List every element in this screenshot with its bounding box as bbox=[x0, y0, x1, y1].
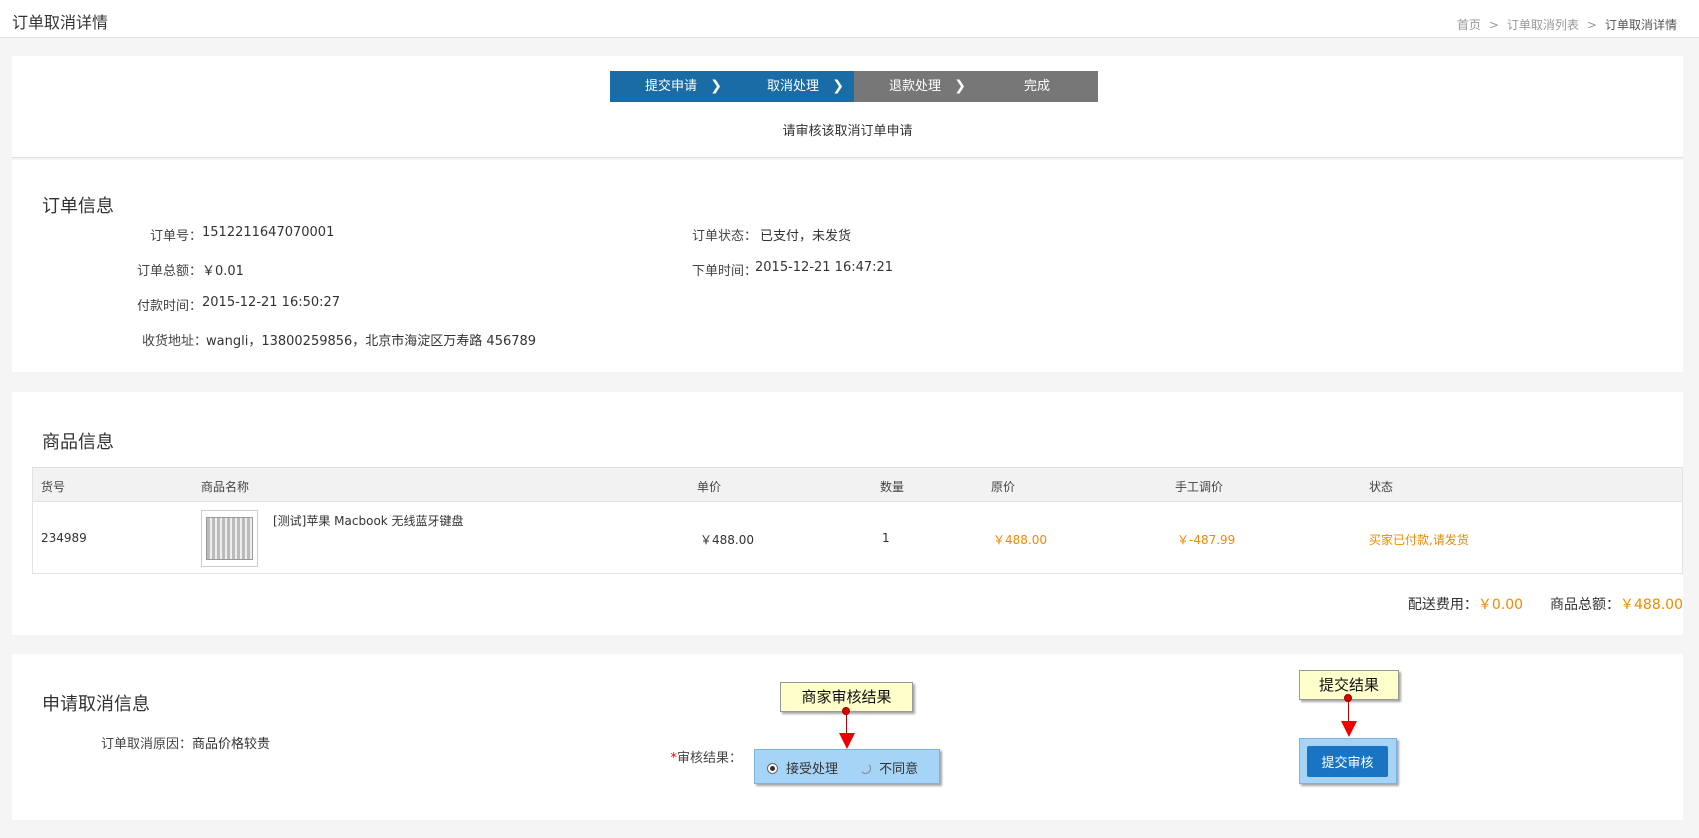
chevron-right-icon: ❯ bbox=[832, 78, 844, 94]
step-complete: 完成 bbox=[976, 71, 1098, 102]
cancel-reason-value: 商品价格较贵 bbox=[192, 737, 271, 752]
address-value: wangli，13800259856，北京市海淀区万寿路 456789 bbox=[206, 334, 537, 349]
column-header-unit-price: 单价 bbox=[697, 480, 722, 494]
radio-accept[interactable]: 接受处理 bbox=[767, 762, 838, 777]
goods-total-value: ￥488.00 bbox=[1620, 597, 1683, 613]
submit-review-button[interactable]: 提交审核 bbox=[1307, 746, 1388, 777]
column-header-adjust: 手工调价 bbox=[1175, 480, 1224, 494]
order-no-value: 1512211647070001 bbox=[202, 225, 335, 240]
column-header-status: 状态 bbox=[1369, 480, 1394, 494]
arrow-head-icon bbox=[1341, 721, 1357, 737]
cell-orig-price: ￥488.00 bbox=[993, 533, 1047, 547]
column-header-name: 商品名称 bbox=[201, 480, 250, 494]
progress-steps: 提交申请 ❯ 取消处理 ❯ 退款处理 ❯ 完成 bbox=[610, 71, 1098, 102]
step-label: 退款处理 bbox=[888, 79, 941, 94]
step-cancel-process: 取消处理 ❯ bbox=[732, 71, 854, 102]
order-totals: 配送费用：￥0.00 商品总额：￥488.00 bbox=[1408, 594, 1683, 614]
radio-reject[interactable]: 不同意 bbox=[860, 762, 918, 777]
chevron-right-icon: ❯ bbox=[710, 78, 722, 94]
review-hint: 请审核该取消订单申请 bbox=[782, 124, 913, 139]
pay-time-label: 付款时间： bbox=[136, 299, 202, 314]
cell-unit-price: ￥488.00 bbox=[700, 533, 754, 547]
order-info-panel: 订单信息 订单号： 1512211647070001 订单状态： 已支付，未发货… bbox=[12, 160, 1683, 372]
order-status-label: 订单状态： bbox=[691, 229, 757, 244]
table-row: 234989 [测试]苹果 Macbook 无线蓝牙键盘 ￥488.00 1 ￥… bbox=[33, 502, 1682, 573]
order-time-label: 下单时间： bbox=[691, 264, 757, 279]
radio-reject-label: 不同意 bbox=[879, 762, 919, 777]
submit-highlight: 提交审核 bbox=[1299, 738, 1397, 784]
breadcrumb-separator: > bbox=[1488, 18, 1499, 32]
order-status-value: 已支付，未发货 bbox=[760, 229, 852, 244]
step-submit: 提交申请 ❯ bbox=[610, 71, 732, 102]
cell-adjust: ￥-487.99 bbox=[1177, 533, 1236, 547]
radio-unchecked-icon[interactable] bbox=[860, 763, 872, 774]
product-thumbnail[interactable] bbox=[201, 510, 258, 567]
cell-product-name[interactable]: [测试]苹果 Macbook 无线蓝牙键盘 bbox=[273, 512, 464, 529]
cell-status: 买家已付款,请发货 bbox=[1369, 533, 1469, 547]
section-title-cancel-info: 申请取消信息 bbox=[42, 694, 150, 715]
arrow-dot-icon bbox=[1344, 694, 1352, 702]
review-result-label: *审核结果： bbox=[612, 747, 742, 766]
column-header-qty: 数量 bbox=[880, 480, 905, 494]
order-amount-value: ￥0.01 bbox=[202, 264, 244, 279]
breadcrumb-cancel-list[interactable]: 订单取消列表 bbox=[1507, 18, 1579, 32]
step-label: 完成 bbox=[1023, 79, 1050, 94]
step-refund-process: 退款处理 ❯ bbox=[854, 71, 976, 102]
review-result-radio-group: 接受处理 不同意 bbox=[754, 749, 940, 784]
pay-time-value: 2015-12-21 16:50:27 bbox=[202, 295, 341, 310]
cell-sku: 234989 bbox=[41, 531, 87, 545]
shipping-label: 配送费用： bbox=[1407, 597, 1478, 613]
goods-table: 货号 商品名称 单价 数量 原价 手工调价 状态 234989 [测试]苹果 M… bbox=[32, 467, 1683, 574]
breadcrumb-current: 订单取消详情 bbox=[1604, 18, 1677, 32]
cell-qty: 1 bbox=[882, 531, 890, 545]
arrow-head-icon bbox=[839, 733, 855, 749]
address-label: 收货地址： bbox=[141, 334, 207, 349]
column-header-orig-price: 原价 bbox=[991, 480, 1016, 494]
radio-checked-icon[interactable] bbox=[767, 763, 778, 774]
radio-accept-label: 接受处理 bbox=[786, 762, 839, 777]
order-no-label: 订单号： bbox=[149, 229, 202, 244]
page-title: 订单取消详情 bbox=[12, 13, 109, 32]
cancel-reason-label: 订单取消原因： bbox=[100, 737, 192, 752]
keyboard-image bbox=[206, 517, 253, 560]
breadcrumb-home[interactable]: 首页 bbox=[1457, 18, 1481, 32]
step-label: 提交申请 bbox=[644, 79, 697, 94]
review-result-label-text: 审核结果： bbox=[676, 751, 742, 766]
order-amount-label: 订单总额： bbox=[136, 264, 202, 279]
table-header: 货号 商品名称 单价 数量 原价 手工调价 状态 bbox=[33, 468, 1682, 502]
breadcrumb: 首页 > 订单取消列表 > 订单取消详情 bbox=[1453, 16, 1681, 33]
column-header-sku: 货号 bbox=[41, 480, 66, 494]
order-time-value: 2015-12-21 16:47:21 bbox=[755, 260, 894, 275]
progress-panel: 提交申请 ❯ 取消处理 ❯ 退款处理 ❯ 完成 请审核该取消订单申请 bbox=[12, 56, 1683, 158]
shipping-value: ￥0.00 bbox=[1477, 597, 1524, 613]
breadcrumb-separator: > bbox=[1586, 18, 1597, 32]
goods-total-label: 商品总额： bbox=[1550, 597, 1620, 613]
arrow-dot-icon bbox=[842, 707, 850, 715]
top-bar: 订单取消详情 首页 > 订单取消列表 > 订单取消详情 bbox=[0, 0, 1699, 38]
section-title-goods-info: 商品信息 bbox=[42, 432, 114, 453]
step-label: 取消处理 bbox=[766, 79, 819, 94]
section-title-order-info: 订单信息 bbox=[42, 196, 114, 217]
chevron-right-icon: ❯ bbox=[954, 78, 966, 94]
goods-info-panel: 商品信息 货号 商品名称 单价 数量 原价 手工调价 状态 234989 [测试… bbox=[12, 392, 1683, 635]
